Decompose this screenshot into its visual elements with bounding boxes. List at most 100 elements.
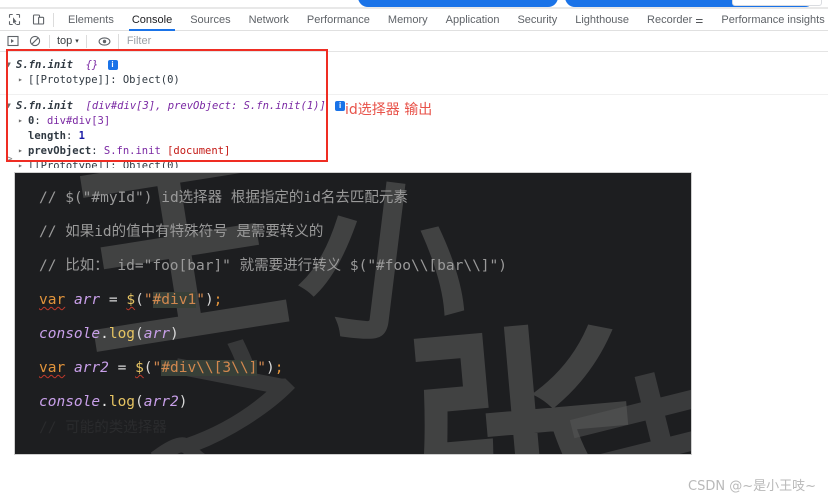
inspect-element-icon[interactable] bbox=[4, 10, 24, 30]
code-line-comment: // $("#myId") id选择器 根据指定的id名去匹配元素 bbox=[39, 181, 691, 215]
paren: ) bbox=[178, 394, 188, 410]
object-class-name: S.fn.init bbox=[16, 59, 73, 71]
console-log-property[interactable]: [[Prototype]]: Object(0) bbox=[0, 73, 828, 88]
code-lines[interactable]: // $("#myId") id选择器 根据指定的id名去匹配元素 // 如果i… bbox=[15, 173, 691, 454]
comment-text: // 如果id的值中有特殊符号 是需要转义的 bbox=[39, 224, 324, 240]
semicolon: ; bbox=[213, 292, 223, 308]
tab-label: Elements bbox=[68, 13, 114, 26]
live-expression-eye-icon[interactable] bbox=[95, 32, 114, 51]
comment-text: // $("#myId") id选择器 根据指定的id名去匹配元素 bbox=[39, 190, 408, 206]
identifier: arr2 bbox=[73, 360, 109, 376]
tab-label: Lighthouse bbox=[575, 13, 630, 26]
tab-label: Recorder bbox=[647, 13, 693, 26]
quote: " bbox=[143, 292, 153, 308]
property-key: [[Prototype]] bbox=[28, 74, 111, 86]
code-line-comment: // 如果id的值中有特殊符号 是需要转义的 bbox=[39, 215, 691, 249]
tab-performance[interactable]: Performance bbox=[298, 9, 379, 31]
tab-label: Console bbox=[131, 13, 173, 26]
browser-chrome-pill-left bbox=[358, 0, 558, 7]
selector-string-selected: #div\\[3\\] bbox=[161, 360, 258, 376]
code-editor-panel[interactable]: 王 小 张 之 吉 // $("#myId") id选择器 根据指定的id名去匹… bbox=[14, 172, 692, 455]
tab-label: Network bbox=[248, 13, 289, 26]
selector-string-selected: #div1 bbox=[152, 292, 197, 308]
console-log-property[interactable]: prevObject: S.fn.init [document] bbox=[0, 144, 828, 159]
tab-list: Elements Console Sources Network Perform… bbox=[59, 9, 828, 31]
jquery-dollar: $ bbox=[135, 360, 144, 376]
console-filter-input[interactable]: Filter bbox=[117, 33, 151, 49]
keyword-var: var bbox=[39, 292, 66, 308]
keyword-var: var bbox=[39, 360, 66, 376]
object-class-name: S.fn.init bbox=[16, 100, 73, 112]
console-toolbar-divider bbox=[85, 34, 87, 48]
dot: . bbox=[100, 394, 109, 410]
property-value: Object(0) bbox=[122, 74, 180, 86]
tab-label: Security bbox=[517, 13, 558, 26]
quote: " bbox=[257, 360, 267, 376]
tab-label: Memory bbox=[387, 13, 428, 26]
tab-console[interactable]: Console bbox=[123, 9, 181, 31]
console-prompt-caret[interactable]: > bbox=[6, 152, 13, 165]
tab-lighthouse[interactable]: Lighthouse bbox=[566, 9, 638, 31]
tab-label: Application bbox=[445, 13, 500, 26]
property-key: length bbox=[28, 130, 66, 142]
annotation-id-selector-output: id选择器 输出 bbox=[345, 102, 433, 118]
jquery-dollar: $ bbox=[126, 292, 136, 308]
identifier: arr2 bbox=[143, 394, 179, 410]
property-key: prevObject bbox=[28, 145, 92, 157]
clipped-comment-text: // 可能的类选择器 bbox=[39, 420, 167, 436]
clear-console-icon[interactable] bbox=[25, 32, 44, 51]
browser-chrome-field bbox=[732, 0, 822, 6]
operator: = bbox=[100, 292, 127, 308]
execute-context-icon[interactable] bbox=[3, 32, 22, 51]
log-method: log bbox=[108, 394, 136, 410]
object-preview: {} bbox=[85, 59, 99, 71]
toolbar-divider bbox=[53, 12, 54, 27]
tab-label: Performance bbox=[306, 13, 370, 26]
tab-label: Sources bbox=[190, 13, 231, 26]
paren: ( bbox=[135, 326, 144, 342]
console-log-property: length: 1 bbox=[28, 130, 85, 142]
paren: ( bbox=[135, 394, 144, 410]
console-log-property[interactable]: [[Prototype]]: Object(0) bbox=[0, 159, 828, 168]
log-method: log bbox=[108, 326, 136, 342]
info-badge-icon[interactable]: i bbox=[107, 60, 118, 70]
code-line-statement: console.log(arr) bbox=[39, 317, 691, 351]
experimental-flask-icon: ⚌ bbox=[695, 14, 704, 25]
property-value: div#div[3] bbox=[46, 115, 111, 127]
operator: = bbox=[108, 360, 136, 376]
paren: ( bbox=[135, 292, 144, 308]
info-badge-icon[interactable]: i bbox=[335, 101, 346, 111]
object-preview: [div#div[3], prevObject: S.fn.init(1)] bbox=[85, 100, 326, 112]
dot: . bbox=[100, 326, 109, 342]
code-line-comment: // 比如： id="foo[bar]" 就需要进行转义 $("#foo\\[b… bbox=[39, 249, 691, 283]
device-toolbar-icon[interactable] bbox=[28, 10, 48, 30]
tab-elements[interactable]: Elements bbox=[59, 9, 123, 31]
tab-network[interactable]: Network bbox=[240, 9, 298, 31]
tab-sources[interactable]: Sources bbox=[181, 9, 239, 31]
chevron-down-icon: ▾ bbox=[75, 38, 79, 45]
comment-text: // 比如： id="foo[bar]" 就需要进行转义 $("#foo\\[b… bbox=[39, 258, 507, 274]
execution-context-selector[interactable]: top ▾ bbox=[55, 35, 81, 47]
tab-application[interactable]: Application bbox=[437, 9, 509, 31]
quote: " bbox=[196, 292, 205, 308]
paren: ) bbox=[204, 292, 214, 308]
tab-memory[interactable]: Memory bbox=[379, 9, 437, 31]
identifier: arr bbox=[73, 292, 101, 308]
code-line-statement: var arr = $("#div1"); bbox=[39, 283, 691, 317]
paren: ( bbox=[143, 360, 153, 376]
paren: ) bbox=[266, 360, 275, 376]
devtools-tab-bar: Elements Console Sources Network Perform… bbox=[0, 9, 828, 31]
identifier: arr bbox=[143, 326, 170, 342]
console-toolbar: top ▾ Filter bbox=[0, 31, 828, 52]
console-log-entry[interactable]: S.fn.init {} i bbox=[0, 58, 828, 73]
property-value: S.fn.init bbox=[103, 145, 168, 157]
devtools-screenshot: Elements Console Sources Network Perform… bbox=[0, 0, 828, 500]
property-value-extra: [document] bbox=[167, 145, 231, 157]
tab-recorder[interactable]: Recorder ⚌ bbox=[638, 9, 712, 31]
property-value: 1 bbox=[78, 130, 85, 142]
semicolon: ; bbox=[274, 360, 284, 376]
tab-security[interactable]: Security bbox=[508, 9, 566, 31]
quote: " bbox=[152, 360, 162, 376]
tab-performance-insights[interactable]: Performance insights ⚌ bbox=[712, 9, 828, 31]
